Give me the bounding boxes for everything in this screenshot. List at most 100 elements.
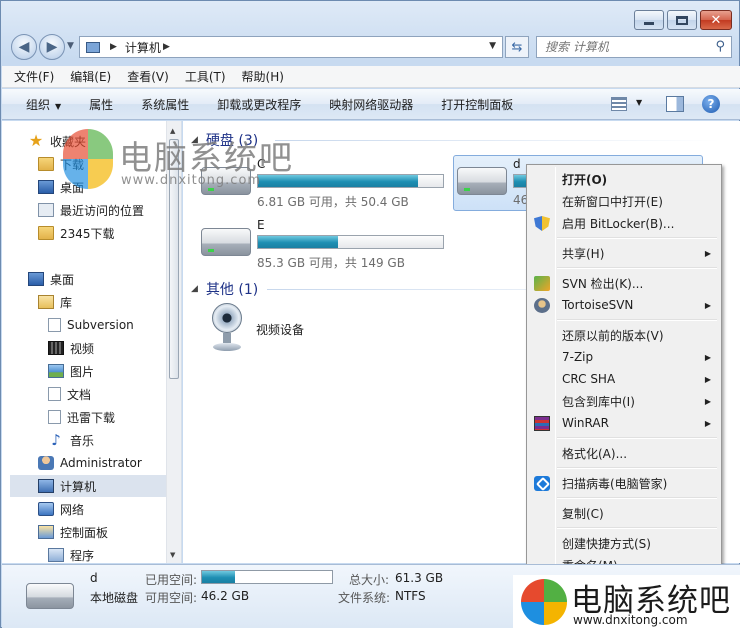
nav-item-2345-download[interactable]: 2345下载 [38, 222, 115, 244]
submenu-arrow-icon: ▶ [704, 352, 711, 362]
tortoisesvn-icon [534, 298, 550, 313]
menu-item-copy[interactable]: 复制(C) [529, 502, 719, 524]
webcam-icon[interactable] [209, 303, 245, 353]
maximize-button[interactable] [667, 10, 697, 30]
refresh-button[interactable]: ⇆ [505, 36, 529, 58]
search-icon[interactable]: ⚲ [715, 39, 725, 54]
nav-label: Administrator [60, 456, 142, 470]
menu-label: 共享(H) [562, 246, 605, 261]
group-label: 其他 (1) [205, 282, 259, 298]
nav-item-documents[interactable]: 文档 [48, 383, 91, 405]
minimize-button[interactable] [634, 10, 664, 30]
submenu-arrow-icon: ▶ [704, 374, 711, 384]
view-dropdown-icon[interactable]: ▼ [636, 98, 642, 107]
nav-item-videos[interactable]: 视频 [48, 337, 94, 359]
logo-quadrant [88, 159, 113, 189]
details-fs-value: NTFS [395, 589, 426, 603]
details-total-label: 总大小: [349, 573, 390, 587]
logo-quadrant [544, 602, 567, 625]
nav-item-network[interactable]: 网络 [38, 498, 84, 520]
desktop-icon [38, 180, 54, 194]
menu-item-crc-sha[interactable]: CRC SHA ▶ [529, 368, 719, 390]
drive-name: E [257, 218, 265, 232]
forward-button[interactable]: ▶ [39, 34, 65, 60]
nav-label: 网络 [60, 502, 85, 517]
menu-item-7zip[interactable]: 7-Zip ▶ [529, 346, 719, 368]
menu-item-bitlocker[interactable]: 启用 BitLocker(B)... [529, 212, 719, 234]
control-panel-icon [38, 525, 54, 539]
breadcrumb-separator-icon[interactable]: ▶ [110, 42, 117, 52]
nav-label: 音乐 [70, 433, 95, 448]
menu-item-tortoisesvn[interactable]: TortoiseSVN ▶ [529, 294, 719, 316]
collapse-icon[interactable]: ◢ [191, 284, 198, 294]
group-header-other[interactable]: ◢ 其他 (1) [191, 279, 258, 299]
menu-separator [557, 237, 717, 239]
document-library-icon [48, 318, 61, 332]
address-bar[interactable]: ▶ 计算机 ▶ ▼ [79, 36, 503, 58]
nav-item-computer[interactable]: 计算机 [10, 475, 173, 497]
nav-item-libraries[interactable]: 库 [38, 291, 72, 313]
recent-pages-dropdown[interactable]: ▼ [67, 41, 74, 51]
menu-item-restore-previous[interactable]: 还原以前的版本(V) [529, 324, 719, 346]
search-input[interactable] [545, 40, 705, 54]
system-properties-button[interactable]: 系统属性 [141, 96, 189, 113]
menu-item-include-in-library[interactable]: 包含到库中(I) ▶ [529, 390, 719, 412]
drive-e[interactable]: E 85.3 GB 可用，共 149 GB [201, 218, 451, 274]
back-button[interactable]: ◀ [11, 34, 37, 60]
nav-item-music[interactable]: ♪ 音乐 [48, 429, 94, 451]
document-icon [48, 387, 61, 401]
submenu-arrow-icon: ▶ [704, 300, 711, 310]
menu-view[interactable]: 查看(V) [127, 68, 169, 85]
menu-item-scan-virus[interactable]: 扫描病毒(电脑管家) [529, 472, 719, 494]
scroll-down-icon[interactable]: ▼ [170, 551, 175, 559]
uninstall-program-button[interactable]: 卸载或更改程序 [217, 96, 301, 113]
nav-item-pictures[interactable]: 图片 [48, 360, 94, 382]
menu-help[interactable]: 帮助(H) [242, 68, 284, 85]
nav-label: Subversion [67, 318, 134, 332]
nav-item-recent-places[interactable]: 最近访问的位置 [38, 199, 144, 221]
organize-button[interactable]: 组织 ▼ [26, 96, 61, 113]
nav-label: 视频 [70, 341, 95, 356]
watermark-bottom: 电脑系统吧 www.dnxitong.com [513, 575, 740, 628]
breadcrumb-separator-icon[interactable]: ▶ [163, 42, 170, 52]
menu-item-format[interactable]: 格式化(A)... [529, 442, 719, 464]
menu-item-svn-checkout[interactable]: SVN 检出(K)... [529, 272, 719, 294]
menu-separator [557, 319, 717, 321]
close-button[interactable]: ✕ [700, 10, 732, 30]
nav-item-desktop[interactable]: 桌面 [28, 268, 74, 290]
folder-icon [38, 157, 54, 171]
open-control-panel-button[interactable]: 打开控制面板 [441, 96, 513, 113]
search-box[interactable]: ⚲ [536, 36, 732, 58]
properties-button[interactable]: 属性 [89, 96, 113, 113]
watermark-title: 电脑系统吧 [119, 138, 294, 177]
explorer-window: ✕ ◀ ▶ ▼ ▶ 计算机 ▶ ▼ ⇆ ⚲ 文件(F) 编辑(E) 查看(V) … [0, 0, 740, 628]
menu-item-open[interactable]: 打开(O) [529, 168, 719, 190]
menu-item-share[interactable]: 共享(H) ▶ [529, 242, 719, 264]
menu-edit[interactable]: 编辑(E) [70, 68, 111, 85]
breadcrumb-computer[interactable]: 计算机 [125, 39, 161, 56]
video-device-label[interactable]: 视频设备 [256, 321, 304, 338]
menu-item-create-shortcut[interactable]: 创建快捷方式(S) [529, 532, 719, 554]
menu-tools[interactable]: 工具(T) [185, 68, 226, 85]
preview-pane-icon[interactable] [666, 96, 684, 112]
menu-label: WinRAR [562, 416, 609, 430]
watermark-url: www.dnxitong.com [573, 613, 688, 627]
menu-file[interactable]: 文件(F) [14, 68, 54, 85]
menu-item-open-new-window[interactable]: 在新窗口中打开(E) [529, 190, 719, 212]
menu-item-winrar[interactable]: WinRAR ▶ [529, 412, 719, 434]
details-usage-bar [201, 570, 333, 584]
nav-item-control-panel[interactable]: 控制面板 [38, 521, 108, 543]
nav-item-programs[interactable]: 程序 [48, 544, 94, 563]
help-icon[interactable]: ? [702, 95, 720, 113]
nav-item-xunlei-downloads[interactable]: 迅雷下载 [48, 406, 115, 428]
nav-item-subversion[interactable]: Subversion [48, 314, 134, 336]
webcam-base [213, 343, 241, 351]
address-dropdown-icon[interactable]: ▼ [489, 41, 496, 51]
map-network-drive-button[interactable]: 映射网络驱动器 [329, 96, 413, 113]
drive-usage-bar [257, 235, 444, 249]
change-view-icon[interactable] [611, 97, 627, 111]
menu-label: SVN 检出(K)... [562, 276, 644, 291]
nav-item-administrator[interactable]: Administrator [38, 452, 142, 474]
music-note-icon: ♪ [51, 431, 61, 449]
menu-bar: 文件(F) 编辑(E) 查看(V) 工具(T) 帮助(H) [2, 66, 740, 88]
